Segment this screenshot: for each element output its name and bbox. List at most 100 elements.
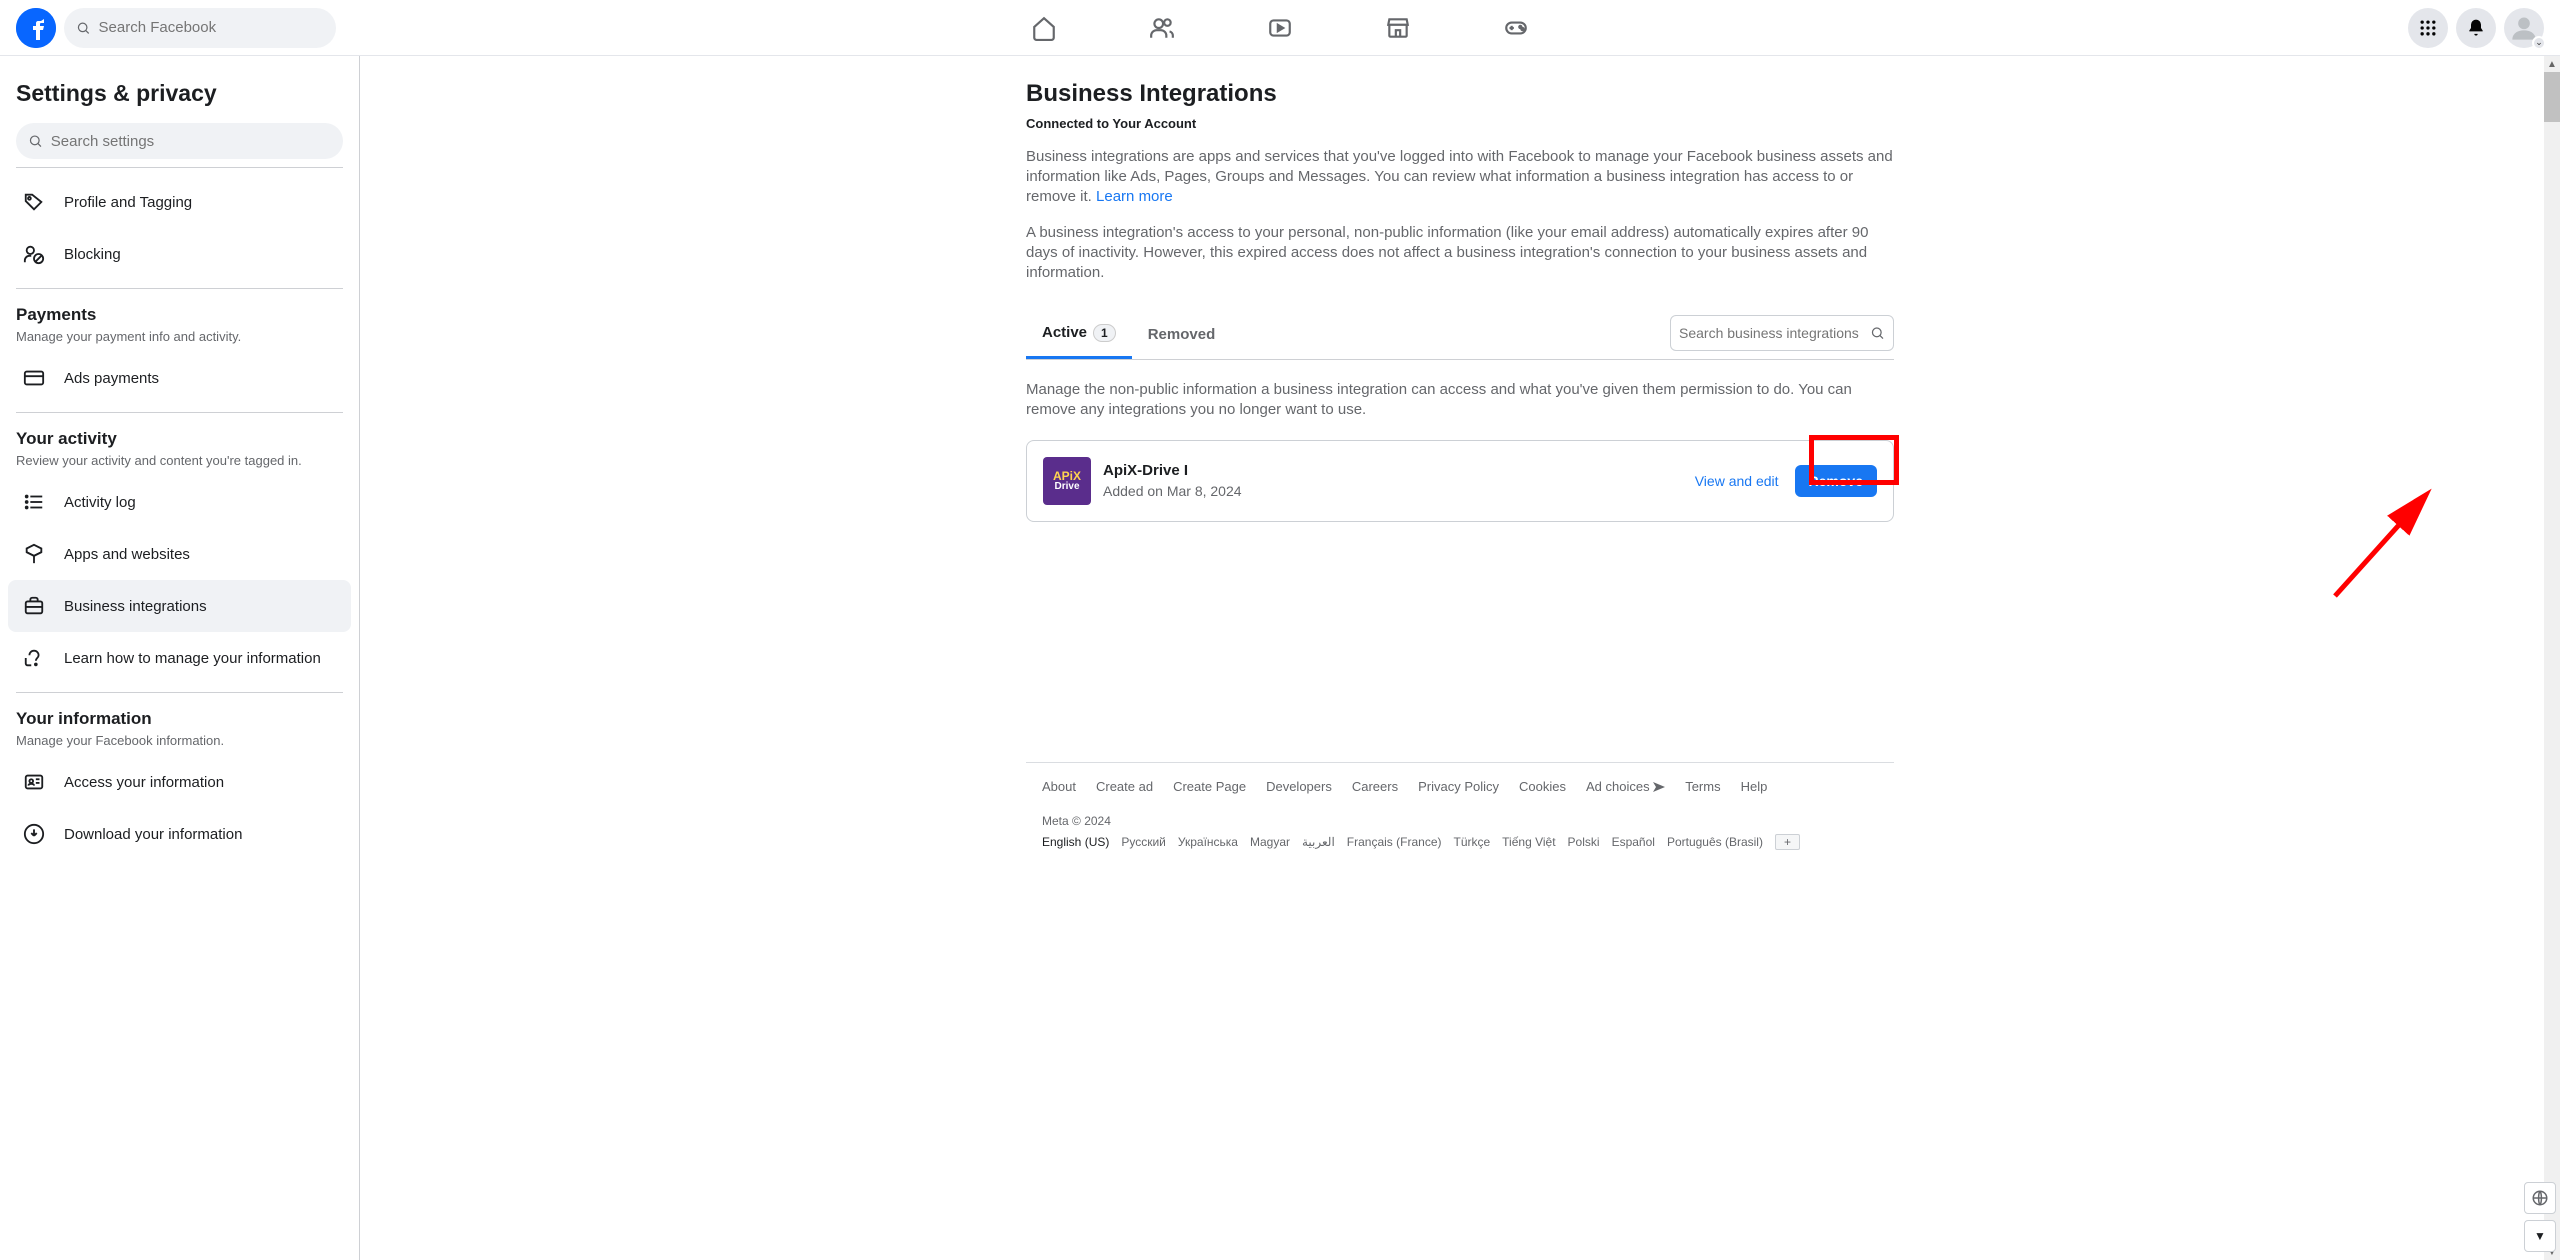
footer-lang[interactable]: English (US) bbox=[1042, 835, 1109, 849]
tab-active[interactable]: Active 1 bbox=[1026, 308, 1132, 359]
footer-lang[interactable]: Tiếng Việt bbox=[1502, 835, 1555, 849]
box-icon bbox=[16, 536, 52, 572]
divider bbox=[16, 692, 343, 693]
divider bbox=[16, 288, 343, 289]
nav-gaming[interactable] bbox=[1461, 4, 1571, 52]
sidebar-item-download-info[interactable]: Download your information bbox=[8, 808, 351, 860]
integration-logo: APiX Drive bbox=[1043, 457, 1091, 505]
sidebar-item-business-integrations[interactable]: Business integrations bbox=[8, 580, 351, 632]
nav-home[interactable] bbox=[989, 4, 1099, 52]
integration-date: Added on Mar 8, 2024 bbox=[1103, 483, 1242, 499]
footer-links: About Create ad Create Page Developers Caree… bbox=[1042, 779, 1878, 794]
integration-info: ApiX-Drive I Added on Mar 8, 2024 bbox=[1103, 462, 1242, 499]
footer-link[interactable]: Terms bbox=[1685, 779, 1720, 794]
id-icon bbox=[16, 764, 52, 800]
chevron-down-icon: ⌄ bbox=[2532, 36, 2546, 50]
sidebar-item-access-info[interactable]: Access your information bbox=[8, 756, 351, 808]
page-subtitle: Connected to Your Account bbox=[1026, 116, 1894, 131]
page-description-1: Business integrations are apps and servi… bbox=[1026, 147, 1894, 207]
bell-icon bbox=[2466, 18, 2486, 38]
right-tools: ▼ bbox=[2524, 1182, 2556, 1252]
footer-lang[interactable]: Español bbox=[1612, 835, 1655, 849]
grid-icon bbox=[2418, 18, 2438, 38]
sidebar-item-ads-payments[interactable]: Ads payments bbox=[8, 352, 351, 404]
learn-more-link[interactable]: Learn more bbox=[1096, 188, 1173, 205]
facebook-logo[interactable] bbox=[16, 8, 56, 48]
account-button[interactable]: ⌄ bbox=[2504, 8, 2544, 48]
footer-lang[interactable]: Português (Brasil) bbox=[1667, 835, 1763, 849]
annotation-arrow bbox=[2325, 486, 2445, 606]
sidebar-item-activity-log[interactable]: Activity log bbox=[8, 476, 351, 528]
menu-button[interactable] bbox=[2408, 8, 2448, 48]
search-facebook[interactable] bbox=[64, 8, 336, 48]
sidebar-title: Settings & privacy bbox=[8, 72, 351, 115]
footer-lang[interactable]: Magyar bbox=[1250, 835, 1290, 849]
active-count-badge: 1 bbox=[1093, 324, 1116, 342]
section-payments: Payments Manage your payment info and ac… bbox=[8, 297, 351, 352]
view-edit-link[interactable]: View and edit bbox=[1695, 473, 1779, 489]
sidebar-item-manage-info[interactable]: Learn how to manage your information bbox=[8, 632, 351, 684]
divider bbox=[16, 412, 343, 413]
integration-card: APiX Drive ApiX-Drive I Added on Mar 8, … bbox=[1026, 440, 1894, 522]
download-icon bbox=[16, 816, 52, 852]
sidebar-item-profile-tagging[interactable]: Profile and Tagging bbox=[8, 176, 351, 228]
remove-button[interactable]: Remove bbox=[1795, 465, 1877, 497]
search-business-integrations[interactable] bbox=[1670, 315, 1894, 351]
globe-button[interactable] bbox=[2524, 1182, 2556, 1214]
chevron-down-icon: ▼ bbox=[2534, 1229, 2546, 1243]
manage-description: Manage the non-public information a busi… bbox=[1026, 380, 1894, 420]
nav-video[interactable] bbox=[1225, 4, 1335, 52]
notifications-button[interactable] bbox=[2456, 8, 2496, 48]
footer-lang[interactable]: Русский bbox=[1121, 835, 1166, 849]
footer-link[interactable]: Create ad bbox=[1096, 779, 1153, 794]
tabs-row: Active 1 Removed bbox=[1026, 308, 1894, 360]
sidebar-item-apps-websites[interactable]: Apps and websites bbox=[8, 528, 351, 580]
tag-icon bbox=[16, 184, 52, 220]
footer-link[interactable]: Help bbox=[1741, 779, 1768, 794]
block-icon bbox=[16, 236, 52, 272]
page-title: Business Integrations bbox=[1026, 80, 1894, 108]
footer-link[interactable]: Cookies bbox=[1519, 779, 1566, 794]
sidebar-item-blocking[interactable]: Blocking bbox=[8, 228, 351, 280]
footer-link[interactable]: Privacy Policy bbox=[1418, 779, 1499, 794]
nav-marketplace[interactable] bbox=[1343, 4, 1453, 52]
footer-langs: English (US) Русский Українська Magyar العرب… bbox=[1042, 834, 1878, 850]
dropdown-button[interactable]: ▼ bbox=[2524, 1220, 2556, 1252]
search-biz-input[interactable] bbox=[1679, 325, 1870, 341]
nav-friends[interactable] bbox=[1107, 4, 1217, 52]
search-icon bbox=[76, 20, 91, 36]
nav-center bbox=[989, 4, 1571, 52]
meta-copyright: Meta © 2024 bbox=[1042, 814, 1878, 828]
tab-removed[interactable]: Removed bbox=[1132, 310, 1232, 357]
divider bbox=[16, 167, 343, 168]
footer-lang[interactable]: Українська bbox=[1178, 835, 1238, 849]
footer-lang[interactable]: Polski bbox=[1568, 835, 1600, 849]
footer-link[interactable]: About bbox=[1042, 779, 1076, 794]
main-content: Business Integrations Connected to Your … bbox=[360, 56, 2560, 1260]
search-facebook-input[interactable] bbox=[99, 19, 324, 36]
scrollbar[interactable]: ▲ ▼ bbox=[2544, 56, 2560, 1260]
globe-icon bbox=[2531, 1189, 2549, 1207]
footer-link[interactable]: Careers bbox=[1352, 779, 1398, 794]
question-icon bbox=[16, 640, 52, 676]
section-activity: Your activity Review your activity and c… bbox=[8, 421, 351, 476]
footer-link[interactable]: Developers bbox=[1266, 779, 1332, 794]
footer-link[interactable]: Ad choices bbox=[1586, 779, 1665, 794]
nav-right: ⌄ bbox=[2408, 8, 2544, 48]
footer: About Create ad Create Page Developers Caree… bbox=[1026, 762, 1894, 866]
sidebar: Settings & privacy Profile and Tagging B… bbox=[0, 56, 360, 1260]
footer-link[interactable]: Create Page bbox=[1173, 779, 1246, 794]
footer-lang[interactable]: Türkçe bbox=[1453, 835, 1490, 849]
briefcase-icon bbox=[16, 588, 52, 624]
search-settings[interactable] bbox=[16, 123, 343, 159]
lang-add-button[interactable]: + bbox=[1775, 834, 1800, 850]
search-icon bbox=[28, 133, 43, 149]
search-settings-input[interactable] bbox=[51, 133, 331, 150]
search-icon bbox=[1870, 325, 1885, 341]
integration-actions: View and edit Remove bbox=[1695, 465, 1877, 497]
scrollbar-thumb[interactable] bbox=[2544, 72, 2560, 122]
scrollbar-up-icon[interactable]: ▲ bbox=[2544, 56, 2560, 72]
footer-lang[interactable]: العربية bbox=[1302, 835, 1335, 849]
card-icon bbox=[16, 360, 52, 396]
footer-lang[interactable]: Français (France) bbox=[1347, 835, 1442, 849]
